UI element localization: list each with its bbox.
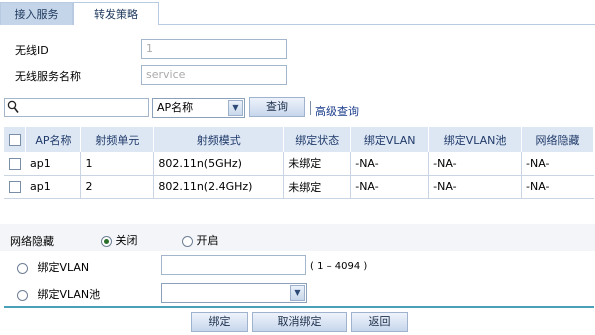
query-button[interactable]: 查询 <box>249 97 305 117</box>
ap-table: AP名称 射频单元 射频模式 绑定状态 绑定VLAN 绑定VLAN池 网络隐藏 … <box>4 127 594 199</box>
service-name-label: 无线服务名称 <box>15 70 81 83</box>
col-bind-vlan-pool[interactable]: 绑定VLAN池 <box>428 127 523 152</box>
row-checkbox[interactable] <box>9 157 21 170</box>
cell-ap-name: ap1 <box>25 175 82 199</box>
search-filter-select[interactable]: AP名称 ▼ <box>152 98 245 118</box>
cell-network-hide: -NA- <box>521 152 594 176</box>
cell-bind-vlan-pool: -NA- <box>428 175 523 199</box>
cell-bind-state: 未绑定 <box>283 175 352 199</box>
network-hide-row <box>0 224 595 251</box>
back-button[interactable]: 返回 <box>351 312 408 332</box>
search-filter-value: AP名称 <box>157 101 194 114</box>
advanced-query-link[interactable]: 高级查询 <box>315 103 359 119</box>
col-radio-mode[interactable]: 射频模式 <box>153 127 285 152</box>
col-ap-name[interactable]: AP名称 <box>25 127 82 152</box>
radio-on[interactable] <box>182 235 193 247</box>
chevron-down-icon: ▼ <box>290 285 305 301</box>
network-hide-off-option[interactable]: 关闭 <box>101 232 138 248</box>
row-select-cell <box>4 175 26 199</box>
tab-bar: 接入服务 转发策略 <box>0 0 595 25</box>
col-network-hide[interactable]: 网络隐藏 <box>521 127 594 152</box>
tab-forwarding-policy[interactable]: 转发策略 <box>73 2 159 25</box>
bind-button[interactable]: 绑定 <box>191 312 248 332</box>
col-bind-vlan[interactable]: 绑定VLAN <box>350 127 430 152</box>
bind-vlan-pool-label: 绑定VLAN池 <box>37 288 101 301</box>
select-all-cell <box>4 127 27 152</box>
radio-bind-vlan[interactable] <box>17 262 28 274</box>
cell-ap-name: ap1 <box>25 152 82 176</box>
table-row[interactable]: ap1 2 802.11n(2.4GHz) 未绑定 -NA- -NA- -NA- <box>4 175 594 199</box>
on-label: 开启 <box>196 234 219 247</box>
service-name-field[interactable]: service <box>141 65 287 85</box>
col-radio-unit[interactable]: 射频单元 <box>80 127 155 152</box>
cell-bind-state: 未绑定 <box>283 152 352 176</box>
off-label: 关闭 <box>115 234 138 247</box>
vlan-range-hint: ( 1 – 4094 ) <box>310 261 368 272</box>
cell-network-hide: -NA- <box>521 175 594 199</box>
bind-vlan-option[interactable]: 绑定VLAN <box>17 259 89 275</box>
bind-vlan-pool-option[interactable]: 绑定VLAN池 <box>17 286 100 302</box>
cell-bind-vlan: -NA- <box>350 175 430 199</box>
radio-off[interactable] <box>101 235 112 247</box>
select-all-checkbox[interactable] <box>8 134 21 146</box>
col-bind-state[interactable]: 绑定状态 <box>283 127 352 152</box>
unbind-button[interactable]: 取消绑定 <box>252 312 347 332</box>
table-row[interactable]: ap1 1 802.11n(5GHz) 未绑定 -NA- -NA- -NA- <box>4 152 594 176</box>
bind-vlan-pool-select[interactable]: ▼ <box>161 283 307 303</box>
cell-radio-mode: 802.11n(5GHz) <box>153 152 285 176</box>
cell-radio-unit: 1 <box>80 152 155 176</box>
cell-radio-mode: 802.11n(2.4GHz) <box>153 175 285 199</box>
section-divider <box>4 306 594 308</box>
bind-vlan-label: 绑定VLAN <box>37 261 90 274</box>
divider <box>310 101 311 115</box>
network-hide-label: 网络隐藏 <box>10 235 54 248</box>
row-select-cell <box>4 152 26 176</box>
cell-radio-unit: 2 <box>80 175 155 199</box>
row-checkbox[interactable] <box>9 181 21 193</box>
tab-access-service[interactable]: 接入服务 <box>0 2 73 25</box>
search-icon <box>7 100 19 120</box>
chevron-down-icon: ▼ <box>228 100 243 116</box>
wireless-id-label: 无线ID <box>15 44 49 57</box>
cell-bind-vlan-pool: -NA- <box>428 152 523 176</box>
network-hide-on-option[interactable]: 开启 <box>182 232 219 248</box>
table-header-row: AP名称 射频单元 射频模式 绑定状态 绑定VLAN 绑定VLAN池 网络隐藏 <box>4 127 594 152</box>
search-input[interactable] <box>4 98 149 117</box>
cell-bind-vlan: -NA- <box>350 152 430 176</box>
bind-vlan-field[interactable] <box>161 255 306 275</box>
wireless-id-field[interactable]: 1 <box>141 39 287 59</box>
radio-bind-vlan-pool[interactable] <box>17 289 28 301</box>
